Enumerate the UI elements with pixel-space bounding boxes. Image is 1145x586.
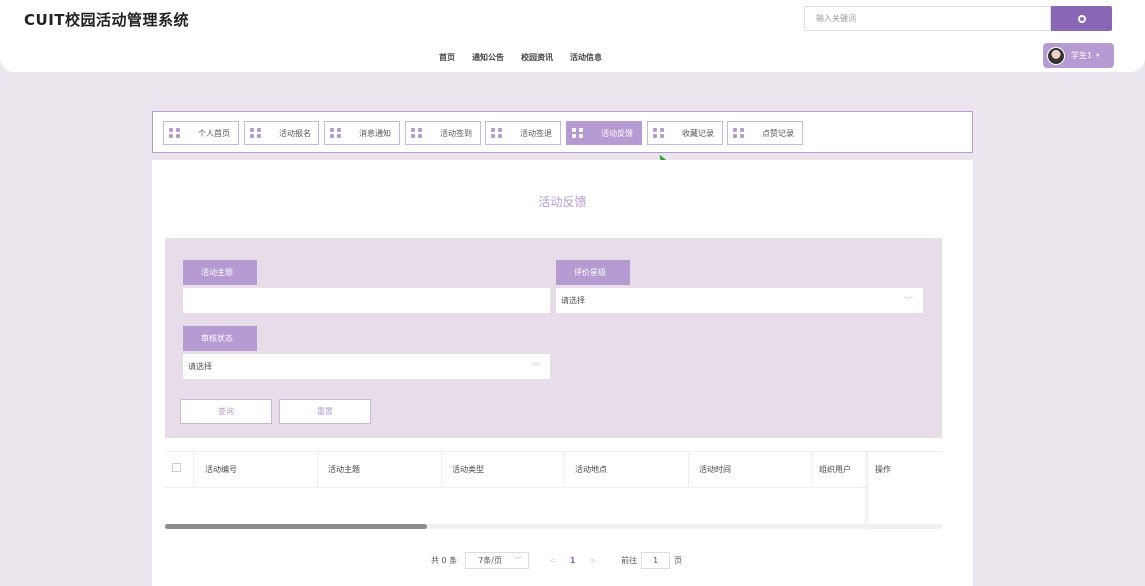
chevron-down-icon: ﹀ xyxy=(514,556,523,565)
tab-check-in[interactable]: 活动签到 xyxy=(405,121,481,145)
topic-input[interactable] xyxy=(183,288,550,313)
horizontal-scrollbar[interactable] xyxy=(165,524,942,529)
query-button[interactable]: 查询 xyxy=(180,399,272,424)
nav-activities[interactable]: 活动信息 xyxy=(570,52,602,63)
page-unit-label: 页 xyxy=(674,556,683,565)
tab-label: 点赞记录 xyxy=(762,128,794,138)
chevron-down-icon: ﹀ xyxy=(532,362,540,371)
status-select-value: 请选择 xyxy=(188,362,212,371)
grid-icon xyxy=(491,128,502,138)
table-header[interactable]: 活动时间 xyxy=(689,452,812,488)
nav-home[interactable]: 首页 xyxy=(439,52,455,63)
actions-column: 操作 xyxy=(867,452,942,530)
grid-icon xyxy=(250,128,261,138)
reset-button[interactable]: 重置 xyxy=(279,399,371,424)
search-input[interactable]: 输入关键词 xyxy=(804,6,1051,31)
table-header[interactable]: 组织用户 xyxy=(812,452,867,488)
tab-label: 活动签退 xyxy=(520,128,552,138)
user-center-tabs: 个人首页 活动报名 消息通知 活动签到 活动签退 活动反馈 收藏记录 点赞记录 xyxy=(152,111,973,153)
tab-messages[interactable]: 消息通知 xyxy=(324,121,400,145)
nav-notices[interactable]: 通知公告 xyxy=(472,52,504,63)
topic-label: 活动主题 xyxy=(183,260,257,285)
pagination: 共 0 条 7条/页 ﹀ < 1 > 前往 1 页 xyxy=(431,552,682,569)
tab-label: 活动签到 xyxy=(440,128,472,138)
user-menu[interactable]: 学生1 ▾ xyxy=(1043,43,1114,68)
grid-icon xyxy=(411,128,422,138)
table-header[interactable]: 活动主题 xyxy=(318,452,442,488)
grid-icon xyxy=(733,128,744,138)
grid-icon xyxy=(330,128,341,138)
user-name: 学生1 xyxy=(1071,51,1093,60)
chevron-down-icon: ﹀ xyxy=(905,296,913,305)
site-brand[interactable]: CUIT校园活动管理系统 xyxy=(24,9,189,30)
table-header: 操作 xyxy=(875,465,891,474)
rating-label: 评价星级 xyxy=(556,260,630,285)
grid-icon xyxy=(169,128,180,138)
tab-label: 个人首页 xyxy=(198,128,230,138)
tab-label: 活动反馈 xyxy=(601,128,633,138)
avatar xyxy=(1047,46,1065,65)
chevron-down-icon: ▾ xyxy=(1096,52,1100,59)
grid-icon xyxy=(572,128,583,138)
top-header: CUIT校园活动管理系统 输入关键词 首页 通知公告 校园资讯 活动信息 学生1… xyxy=(0,0,1145,72)
status-label: 审核状态 xyxy=(183,326,257,351)
goto-page-input[interactable]: 1 xyxy=(641,552,671,569)
tab-favorites[interactable]: 收藏记录 xyxy=(647,121,723,145)
table-header[interactable]: 活动类型 xyxy=(442,452,565,488)
table-header[interactable]: 活动地点 xyxy=(565,452,689,488)
page-number-current[interactable]: 1 xyxy=(570,556,576,565)
page-title: 活动反馈 xyxy=(538,195,587,209)
search-form: 活动主题 评价星级 请选择 ﹀ 审核状态 请选择 ﹀ 查询 重置 xyxy=(165,238,942,438)
tab-likes[interactable]: 点赞记录 xyxy=(727,121,803,145)
tab-check-out[interactable]: 活动签退 xyxy=(485,121,561,145)
status-select[interactable]: 请选择 ﹀ xyxy=(183,354,550,379)
search-icon xyxy=(1077,14,1086,23)
grid-icon xyxy=(653,128,664,138)
tab-label: 消息通知 xyxy=(359,128,391,138)
prev-page-button[interactable]: < xyxy=(549,556,556,565)
table-header[interactable]: 活动编号 xyxy=(194,452,318,488)
scrollbar-thumb[interactable] xyxy=(165,524,427,529)
search-button[interactable] xyxy=(1051,6,1112,31)
main-nav: 首页 通知公告 校园资讯 活动信息 xyxy=(439,52,619,63)
tab-personal-home[interactable]: 个人首页 xyxy=(163,121,239,145)
data-table: 活动编号 活动主题 活动类型 活动地点 活动时间 组织用户 操作 xyxy=(165,451,942,530)
page-size-value: 7条/页 xyxy=(478,556,502,565)
tab-label: 收藏记录 xyxy=(682,128,714,138)
next-page-button[interactable]: > xyxy=(589,556,596,565)
table-header-check xyxy=(165,452,194,488)
feedback-panel: 活动反馈 活动主题 评价星级 请选择 ﹀ 审核状态 请选择 ﹀ 查询 重置 活动… xyxy=(152,160,973,586)
tab-activity-signup[interactable]: 活动报名 xyxy=(244,121,319,145)
rating-select[interactable]: 请选择 ﹀ xyxy=(556,288,923,313)
pagination-total: 共 0 条 xyxy=(431,556,458,565)
nav-news[interactable]: 校园资讯 xyxy=(521,52,553,63)
rating-select-value: 请选择 xyxy=(561,296,585,305)
tab-label: 活动报名 xyxy=(279,128,311,138)
goto-label: 前往 xyxy=(621,556,638,565)
tab-feedback[interactable]: 活动反馈 xyxy=(566,121,642,145)
page-size-select[interactable]: 7条/页 ﹀ xyxy=(465,552,530,569)
